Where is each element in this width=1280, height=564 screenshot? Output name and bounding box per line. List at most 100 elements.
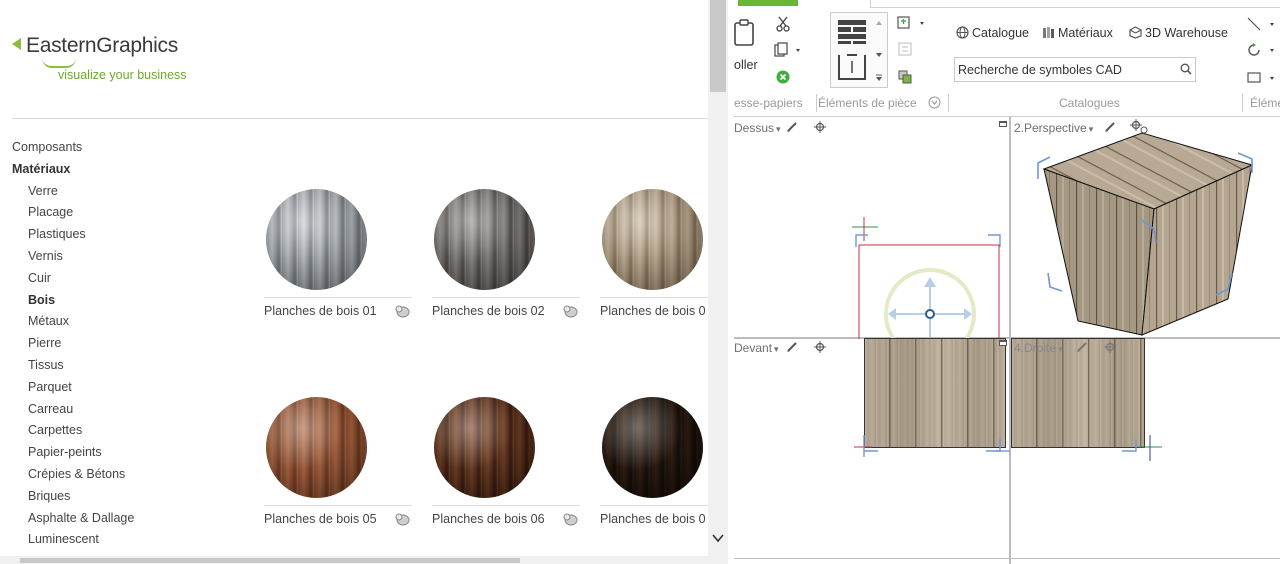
category-item[interactable]: Verre	[12, 181, 242, 203]
material-label[interactable]: Planches de bois 01	[264, 304, 377, 318]
material-tile[interactable]: Planches de bois 02	[432, 186, 580, 326]
cad-symbol-search[interactable]	[954, 57, 1196, 82]
camera-target-icon[interactable]	[814, 121, 828, 133]
rectangle-tool-icon[interactable]	[1246, 70, 1278, 86]
group-separator	[948, 94, 949, 112]
material-swatch-icon	[1043, 27, 1054, 38]
material-label[interactable]: Planches de bois 02	[432, 304, 545, 318]
apply-material-icon[interactable]	[394, 512, 410, 526]
logo-name: EasternGraphics	[26, 34, 178, 57]
category-item[interactable]: Matériaux	[12, 159, 242, 181]
category-item[interactable]: Briques	[12, 486, 242, 508]
viewport-area[interactable]: Dessus ▾ 2.Perspective ▾ Devant ▾ 4.Droi…	[734, 116, 1280, 564]
logo-swoosh-icon	[42, 58, 76, 68]
room-elements-gallery[interactable]	[830, 12, 888, 88]
paste-icon[interactable]	[734, 18, 756, 48]
clipboard-group-label: esse-papiers	[734, 96, 803, 110]
apply-material-icon[interactable]	[562, 304, 578, 318]
delete-icon[interactable]	[776, 70, 790, 84]
pen-tool-icon[interactable]	[1076, 341, 1090, 353]
material-label[interactable]: Planches de bois 0	[600, 304, 706, 318]
search-icon[interactable]	[1180, 63, 1192, 75]
group-expand-icon[interactable]	[928, 96, 941, 109]
tab-strip-line	[870, 7, 1280, 8]
material-grid: Planches de bois 01 Planches de bois 02 Pl…	[264, 186, 708, 546]
insert-room-icon[interactable]	[896, 16, 926, 32]
globe-icon	[956, 26, 969, 39]
room-elements-group-label: Éléments de pièce	[818, 96, 917, 110]
paste-button[interactable]: oller	[734, 58, 758, 72]
category-item[interactable]: Luminescent	[12, 529, 242, 551]
wall-icon[interactable]	[837, 19, 867, 45]
perspective-cube[interactable]	[1016, 123, 1280, 337]
category-item[interactable]: Crépies & Bétons	[12, 464, 242, 486]
material-preview-sphere[interactable]	[602, 397, 703, 498]
category-item[interactable]: Plastiques	[12, 224, 242, 246]
category-item[interactable]: Vernis	[12, 246, 242, 268]
camera-target-icon[interactable]	[814, 341, 828, 353]
category-item[interactable]: Placage	[12, 202, 242, 224]
category-item[interactable]: Parquet	[12, 377, 242, 399]
viewport-right[interactable]: 4.Droite ▾	[1014, 341, 1063, 355]
floor-plan-icon[interactable]	[898, 42, 912, 56]
dropdown-caret-icon: ▾	[774, 344, 779, 354]
cut-icon[interactable]	[776, 16, 790, 32]
copy-icon[interactable]	[774, 42, 802, 58]
apply-material-icon[interactable]	[562, 512, 578, 526]
room-settings-icon[interactable]	[898, 70, 912, 84]
category-item[interactable]: Composants	[12, 137, 242, 159]
material-tile[interactable]: Planches de bois 01	[264, 186, 412, 326]
category-item[interactable]: Carreau	[12, 399, 242, 421]
scrollbar-thumb[interactable]	[20, 558, 520, 563]
material-tile[interactable]: Planches de bois 06	[432, 394, 580, 534]
material-preview-sphere[interactable]	[434, 189, 535, 290]
category-item[interactable]: Cuir	[12, 268, 242, 290]
category-item[interactable]: Papier-peints	[12, 442, 242, 464]
category-item[interactable]: Carpettes	[12, 420, 242, 442]
maximize-viewport-icon[interactable]	[999, 340, 1007, 346]
material-tile[interactable]: Planches de bois 0	[600, 394, 708, 534]
3d-warehouse-button-label: 3D Warehouse	[1145, 26, 1228, 40]
material-preview-sphere[interactable]	[266, 397, 367, 498]
room-icon[interactable]	[837, 53, 867, 81]
catalogue-button[interactable]: Catalogue	[956, 26, 1029, 40]
easterngraphics-logo[interactable]: EasternGraphics visualize your business	[12, 30, 212, 86]
camera-target-icon[interactable]	[1104, 341, 1118, 353]
material-label[interactable]: Planches de bois 06	[432, 512, 545, 526]
pen-tool-icon[interactable]	[786, 341, 800, 353]
dropdown-caret-icon: ▾	[1058, 344, 1063, 354]
group-separator	[816, 94, 817, 112]
material-preview-sphere[interactable]	[434, 397, 535, 498]
material-label[interactable]: Planches de bois 0	[600, 512, 706, 526]
gallery-scroll-icon[interactable]	[875, 19, 883, 83]
tile-divider	[264, 505, 412, 506]
rotate-tool-icon[interactable]	[1246, 42, 1278, 58]
material-label[interactable]: Planches de bois 05	[264, 512, 377, 526]
category-item[interactable]: Métaux	[12, 311, 242, 333]
material-tile[interactable]: Planches de bois 0	[600, 186, 708, 326]
file-tab[interactable]	[738, 0, 798, 6]
materials-button[interactable]: Matériaux	[1042, 26, 1113, 40]
line-tool-icon[interactable]	[1246, 16, 1278, 32]
tile-divider	[264, 297, 412, 298]
category-item[interactable]: Pierre	[12, 333, 242, 355]
viewport-top[interactable]: Dessus ▾	[734, 121, 781, 135]
apply-material-icon[interactable]	[394, 304, 410, 318]
material-tile[interactable]: Planches de bois 05	[264, 394, 412, 534]
material-preview-sphere[interactable]	[266, 189, 367, 290]
chevron-down-icon[interactable]	[710, 530, 726, 546]
category-item[interactable]: Asphalte & Dallage	[12, 508, 242, 530]
category-item[interactable]: Bois	[12, 290, 242, 312]
group-separator	[1242, 94, 1243, 112]
material-preview-sphere[interactable]	[602, 189, 703, 290]
viewport-front[interactable]: Devant ▾	[734, 341, 779, 355]
3d-warehouse-button[interactable]: 3D Warehouse	[1129, 26, 1228, 40]
vertical-scrollbar[interactable]	[708, 0, 728, 564]
scrollbar-thumb[interactable]	[710, 0, 726, 92]
cad-search-input[interactable]	[958, 61, 1168, 78]
category-item[interactable]: Tissus	[12, 355, 242, 377]
maximize-viewport-icon[interactable]	[999, 121, 1007, 127]
horizontal-scrollbar[interactable]	[0, 556, 708, 564]
pen-tool-icon[interactable]	[786, 121, 800, 133]
top-view-object[interactable]	[844, 207, 1014, 339]
